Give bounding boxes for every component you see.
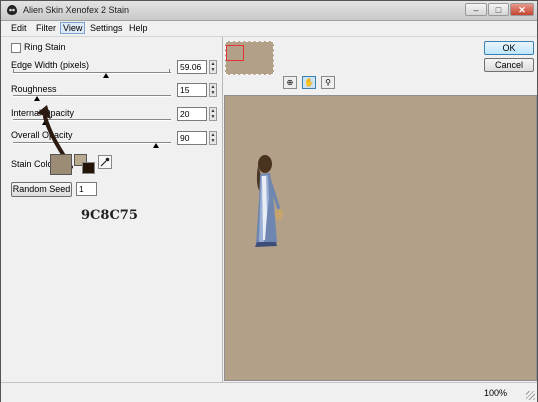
color-code-annotation: 9C8C75: [81, 208, 138, 223]
random-seed-button[interactable]: Random Seed: [11, 182, 72, 197]
roughness-input[interactable]: 15: [177, 83, 207, 97]
minimize-button[interactable]: –: [465, 3, 487, 16]
slider-tick: [169, 69, 170, 72]
edge-width-slider[interactable]: [13, 72, 171, 74]
overall-opacity-spinner[interactable]: ▲ ▼: [209, 131, 217, 145]
maximize-icon: □: [495, 5, 502, 15]
window-title: Alien Skin Xenofex 2 Stain: [23, 5, 130, 15]
close-icon: ✕: [518, 5, 526, 15]
menu-help[interactable]: Help: [129, 23, 148, 33]
maximize-button[interactable]: □: [488, 3, 509, 16]
edge-width-slider-thumb[interactable]: [103, 73, 109, 78]
background-color-swatch[interactable]: [82, 162, 95, 174]
menu-settings[interactable]: Settings: [90, 23, 123, 33]
ring-stain-checkbox[interactable]: [11, 43, 21, 53]
zoom-level: 100%: [483, 388, 507, 398]
navigator-thumbnail[interactable]: [225, 41, 274, 75]
plugin-window: Alien Skin Xenofex 2 Stain – □ ✕ Edit Fi…: [0, 0, 538, 402]
title-bar[interactable]: Alien Skin Xenofex 2 Stain – □ ✕: [1, 1, 537, 21]
menu-filter[interactable]: Filter: [36, 23, 56, 33]
hand-tool-button[interactable]: ✋: [302, 76, 316, 89]
spin-down-icon[interactable]: ▼: [210, 67, 216, 73]
internal-opacity-spinner[interactable]: ▲ ▼: [209, 107, 217, 121]
stain-color-swatch[interactable]: [50, 154, 72, 175]
minimize-icon: –: [473, 5, 479, 15]
hand-tool-icon: ✋: [304, 78, 314, 87]
menu-view[interactable]: View: [60, 22, 86, 34]
menu-bar: Edit Filter View Settings Help: [1, 21, 537, 37]
close-button[interactable]: ✕: [510, 3, 534, 16]
magnifier-button[interactable]: ⚲: [321, 76, 335, 89]
spin-down-icon[interactable]: ▼: [210, 90, 216, 96]
app-icon: [7, 5, 17, 15]
navigator-view-rect[interactable]: [226, 45, 244, 61]
ok-button[interactable]: OK: [484, 41, 534, 55]
eyedropper-button[interactable]: [98, 155, 112, 169]
preview-figure: [255, 155, 283, 247]
zoom-tool-button[interactable]: ⊕: [283, 76, 297, 89]
random-seed-input[interactable]: 1: [76, 182, 97, 196]
internal-opacity-input[interactable]: 20: [177, 107, 207, 121]
ring-stain-label: Ring Stain: [24, 42, 66, 52]
status-bar: 100%: [1, 382, 537, 402]
panel-divider: [222, 37, 223, 382]
spin-down-icon[interactable]: ▼: [210, 114, 216, 120]
stain-color-label: Stain Color: [11, 159, 56, 169]
preview-canvas[interactable]: [224, 95, 537, 381]
edge-width-input[interactable]: 59.06: [177, 60, 207, 74]
spin-down-icon[interactable]: ▼: [210, 138, 216, 144]
zoom-tool-icon: ⊕: [286, 78, 294, 87]
eyedropper-icon: [100, 157, 110, 167]
magnifier-icon: ⚲: [325, 78, 331, 87]
menu-edit[interactable]: Edit: [11, 23, 27, 33]
overall-opacity-slider-thumb[interactable]: [153, 143, 159, 148]
roughness-spinner[interactable]: ▲ ▼: [209, 83, 217, 97]
edge-width-spinner[interactable]: ▲ ▼: [209, 60, 217, 74]
overall-opacity-input[interactable]: 90: [177, 131, 207, 145]
cancel-button[interactable]: Cancel: [484, 58, 534, 72]
edge-width-label: Edge Width (pixels): [11, 60, 90, 70]
roughness-label: Roughness: [11, 84, 57, 94]
slider-tick: [13, 69, 14, 72]
resize-grip[interactable]: [526, 391, 535, 400]
